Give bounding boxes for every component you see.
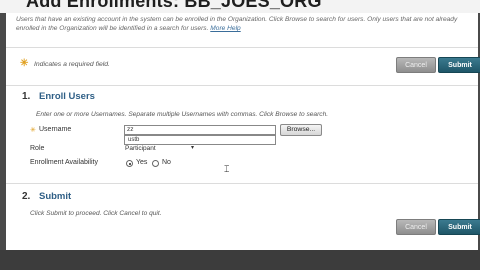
title-bar: Add Enrollments: BB_JOES_ORG [0,0,480,13]
required-row: ✳ Indicates a required field. Cancel Sub… [6,55,480,81]
page-title: Add Enrollments: BB_JOES_ORG [26,0,322,11]
username-label: Username [39,126,72,133]
required-star-icon: ✳ [30,127,36,134]
chevron-down-icon: ▾ [190,145,194,151]
section-title: Enroll Users [38,91,95,102]
cancel-button-top[interactable]: Cancel [396,57,436,73]
username-input[interactable]: zz [124,125,276,135]
more-help-link[interactable]: More Help [210,25,240,32]
cancel-button-bottom[interactable]: Cancel [396,219,436,235]
availability-no-label: No [162,159,171,166]
required-note: Indicates a required field. [34,61,110,68]
section-number: 1. [22,91,31,102]
section-number: 2. [22,191,31,202]
availability-yes-radio[interactable] [126,160,133,167]
divider [6,47,478,48]
role-select-value: Participant [125,145,156,152]
divider [6,85,478,86]
intro-text: Users that have an existing account in t… [16,15,468,33]
background-strip [0,250,480,270]
page-content: Users that have an existing account in t… [6,13,480,250]
availability-yes-label: Yes [136,159,148,166]
section-title: Submit [38,191,72,202]
submit-instructions: Click Submit to proceed. Click Cancel to… [30,210,162,217]
required-star-icon: ✳ [20,58,29,69]
section-submit-heading: 2. Submit [22,191,71,202]
enroll-instructions: Enter one or more Usernames. Separate mu… [36,111,329,118]
submit-button-bottom[interactable]: Submit [438,219,480,235]
browse-button[interactable]: Browse... [280,124,322,136]
availability-no-radio[interactable] [152,160,159,167]
submit-button-top[interactable]: Submit [438,57,480,73]
divider [6,183,478,184]
role-select[interactable]: Participant ▾ [124,144,194,154]
role-label: Role [30,145,45,152]
mouse-cursor-icon: ⌶ [224,164,230,174]
section-enroll-users-heading: 1. Enroll Users [22,91,95,102]
availability-label: Enrollment Availability [30,159,98,166]
